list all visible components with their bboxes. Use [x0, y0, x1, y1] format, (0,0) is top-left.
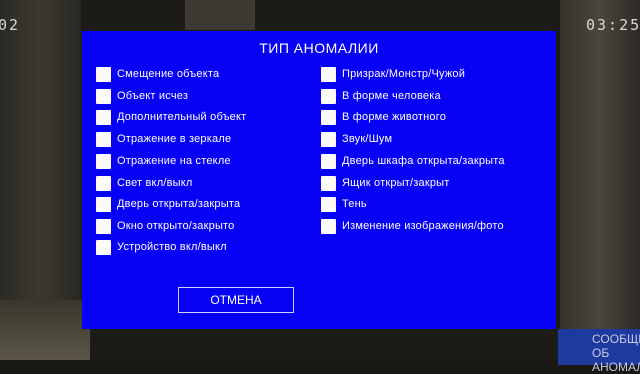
option-drawer-open-closed[interactable]: Ящик открыт/закрыт	[321, 174, 450, 192]
checkbox[interactable]	[96, 131, 111, 147]
option-label: Призрак/Монстр/Чужой	[342, 68, 466, 80]
background-doorway	[185, 0, 255, 30]
checkbox[interactable]	[321, 109, 336, 125]
option-mirror-reflection[interactable]: Отражение в зеркале	[96, 130, 231, 148]
option-label: Устройство вкл/выкл	[117, 241, 227, 253]
option-label: Тень	[342, 198, 367, 210]
checkbox[interactable]	[321, 131, 336, 147]
option-label: Отражение на стекле	[117, 155, 231, 167]
option-object-moved[interactable]: Смещение объекта	[96, 65, 219, 83]
checkbox[interactable]	[96, 66, 111, 82]
checkbox[interactable]	[96, 109, 111, 125]
camera-clock: 03:25	[586, 16, 640, 34]
cancel-button[interactable]: ОТМЕНА	[178, 287, 294, 313]
option-label: Звук/Шум	[342, 133, 393, 145]
option-label: Ящик открыт/закрыт	[342, 177, 450, 189]
option-label: Окно открыто/закрыто	[117, 220, 235, 232]
checkbox[interactable]	[96, 175, 111, 191]
checkbox[interactable]	[321, 88, 336, 104]
option-label: Дополнительный объект	[117, 111, 247, 123]
option-human-form[interactable]: В форме человека	[321, 87, 441, 105]
option-extra-object[interactable]: Дополнительный объект	[96, 108, 246, 126]
option-label: В форме животного	[342, 111, 447, 123]
option-label: Изменение изображения/фото	[342, 220, 504, 232]
checkbox[interactable]	[321, 153, 336, 169]
checkbox[interactable]	[321, 196, 336, 212]
option-image-change[interactable]: Изменение изображения/фото	[321, 217, 504, 235]
option-label: Отражение в зеркале	[117, 133, 232, 145]
checkbox[interactable]	[96, 88, 111, 104]
option-ghost-monster-alien[interactable]: Призрак/Монстр/Чужой	[321, 65, 465, 83]
camera-counter: 02	[0, 16, 21, 34]
option-door-open-closed[interactable]: Дверь открыта/закрыта	[96, 195, 240, 213]
dialog-title: ТИП АНОМАЛИИ	[259, 40, 379, 56]
option-glass-reflection[interactable]: Отражение на стекле	[96, 152, 231, 170]
option-sound-noise[interactable]: Звук/Шум	[321, 130, 392, 148]
anomaly-type-dialog: ТИП АНОМАЛИИ Смещение объекта Объект исч…	[82, 31, 556, 329]
checkbox[interactable]	[321, 66, 336, 82]
option-label: Свет вкл/выкл	[117, 177, 193, 189]
option-light-on-off[interactable]: Свет вкл/выкл	[96, 174, 192, 192]
option-window-open-closed[interactable]: Окно открыто/закрыто	[96, 217, 235, 235]
checkbox[interactable]	[96, 153, 111, 169]
option-label: Дверь открыта/закрыта	[117, 198, 241, 210]
background-lit-wall	[0, 300, 90, 360]
option-label: В форме человека	[342, 90, 441, 102]
checkbox[interactable]	[96, 196, 111, 212]
option-device-on-off[interactable]: Устройство вкл/выкл	[96, 238, 227, 256]
option-shadow[interactable]: Тень	[321, 195, 367, 213]
checkbox[interactable]	[96, 218, 111, 234]
checkbox[interactable]	[96, 239, 111, 255]
option-animal-form[interactable]: В форме животного	[321, 108, 446, 126]
option-label: Дверь шкафа открыта/закрыта	[342, 155, 505, 167]
option-label: Объект исчез	[117, 90, 189, 102]
option-object-missing[interactable]: Объект исчез	[96, 87, 188, 105]
checkbox[interactable]	[321, 218, 336, 234]
checkbox[interactable]	[321, 175, 336, 191]
option-closet-door[interactable]: Дверь шкафа открыта/закрыта	[321, 152, 505, 170]
option-label: Смещение объекта	[117, 68, 220, 80]
